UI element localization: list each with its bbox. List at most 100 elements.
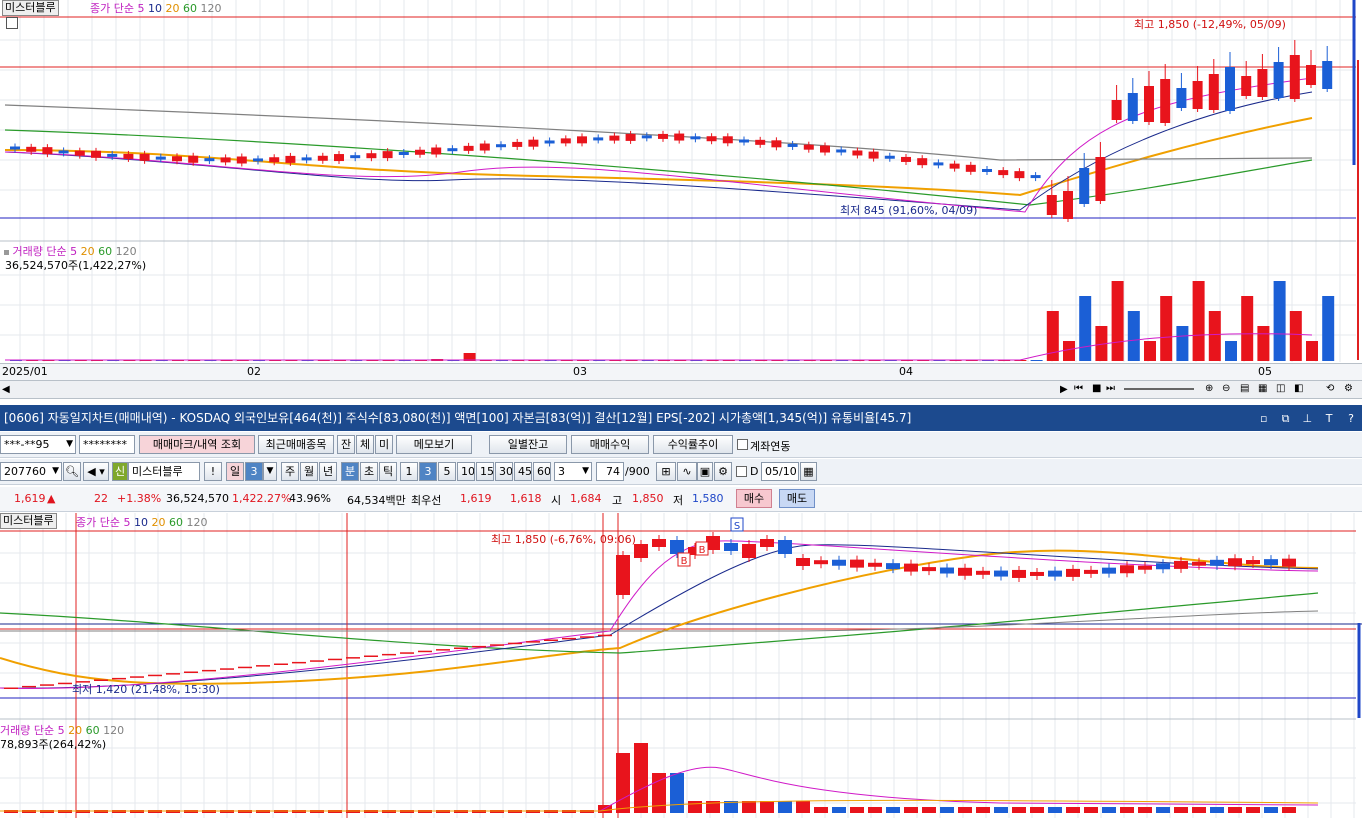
date-checkbox[interactable] <box>736 466 747 477</box>
bottom-chart-canvas[interactable]: BB S 최고 1,850 (-6,76%, 09:06) 최저 1,420 (2… <box>0 513 1362 818</box>
memo-button[interactable]: 메모보기 <box>396 435 472 454</box>
top-volume-legend-dot <box>4 249 9 255</box>
daily-balance-button[interactable]: 일별잔고 <box>489 435 567 454</box>
chart-tool-icon[interactable]: ▤ <box>1240 383 1249 394</box>
bottom-candle <box>544 639 558 641</box>
period-day-button[interactable]: 일 <box>226 462 244 481</box>
window-restore-icon[interactable]: ▫ <box>1257 406 1271 431</box>
bottom-price-legend-label: 종가 단순 <box>76 516 120 529</box>
stock-code-input[interactable]: 207760 ▼ <box>0 462 62 481</box>
stock-name-field[interactable]: 미스터블루 <box>128 462 200 481</box>
save-icon[interactable]: ▣ <box>697 462 713 481</box>
settings-gear-icon[interactable]: ⚙ <box>714 462 732 481</box>
top-volume-bar <box>1306 341 1318 361</box>
period-second-button[interactable]: 초 <box>360 462 378 481</box>
stop-icon[interactable]: ■ <box>1092 383 1101 394</box>
bottom-stock-name-button[interactable]: 미스터블루 <box>0 513 57 529</box>
chart-tool5-icon[interactable]: ⟲ <box>1326 383 1334 394</box>
play-back-icon[interactable]: ⏮ <box>1074 383 1083 394</box>
bottom-volume-bar <box>1120 807 1134 813</box>
trade-profit-button[interactable]: 매매수익 <box>571 435 649 454</box>
top-candle <box>172 156 182 162</box>
bottom-candle <box>814 560 828 565</box>
minute-3-button[interactable]: 3 <box>419 462 437 481</box>
trade-mark-button[interactable]: 매매마크/내역 조회 <box>139 435 255 454</box>
minute-1-button[interactable]: 1 <box>400 462 418 481</box>
zoom-in-icon[interactable]: ⊕ <box>1205 383 1213 394</box>
period-minute-button[interactable]: 분 <box>341 462 359 481</box>
bottom-candle <box>868 562 882 567</box>
interval-select[interactable]: 3 ▼ <box>554 462 592 481</box>
speaker-icon[interactable]: ◀ ▾ <box>83 462 109 481</box>
bottom-volume-bar <box>1102 807 1116 813</box>
minute-30-button[interactable]: 30 <box>495 462 513 481</box>
chart-tool4-icon[interactable]: ◧ <box>1294 383 1303 394</box>
window-pin-icon[interactable]: ⊥ <box>1300 406 1314 431</box>
scroll-right-arrow-icon[interactable]: ▶ <box>1060 384 1068 395</box>
recent-trade-button[interactable]: 최근매매종목 <box>258 435 334 454</box>
bottom-volume-bar <box>958 807 972 813</box>
minute-15-button[interactable]: 15 <box>476 462 494 481</box>
sell-button[interactable]: 매도 <box>779 489 815 508</box>
bottom-candle <box>652 539 666 547</box>
top-chart-canvas[interactable]: 최고 1,850 (-12,49%, 05/09) 최저 845 (91,60%… <box>0 0 1362 405</box>
chart-tool2-icon[interactable]: ▦ <box>1258 383 1267 394</box>
period-tick-button[interactable]: 틱 <box>379 462 397 481</box>
account-link-checkbox[interactable] <box>737 439 748 450</box>
top-candle <box>658 133 668 139</box>
draw-tool-icon[interactable]: ∿ <box>677 462 697 481</box>
code-dropdown-icon[interactable]: ▼ <box>52 463 59 480</box>
top-scrollbar[interactable]: ◀ ▶ ⏮ ■ ⏭ ⊕ ⊖ ▤ ▦ ◫ ◧ ⟲ ⚙ <box>0 381 1362 399</box>
bottom-price-legend: 종가 단순 5 10 20 60 120 <box>76 514 207 530</box>
buy-button[interactable]: 매수 <box>736 489 772 508</box>
bottom-candle <box>202 669 216 672</box>
top-candle <box>139 153 150 161</box>
best-bid-price: 1,618 <box>510 492 542 505</box>
minute-60-button[interactable]: 60 <box>533 462 551 481</box>
window-help-icon[interactable]: ? <box>1344 406 1358 431</box>
data-count-input[interactable]: 74 <box>596 462 624 481</box>
top-stock-name-button[interactable]: 미스터블루 <box>2 0 59 16</box>
top-chart[interactable]: 최고 1,850 (-12,49%, 05/09) 최저 845 (91,60%… <box>0 0 1362 405</box>
alert-button[interactable]: ! <box>204 462 222 481</box>
tab-mi[interactable]: 미 <box>375 435 393 454</box>
top-chart-settings-icon[interactable] <box>6 17 18 29</box>
zoom-slider[interactable] <box>1124 388 1194 390</box>
bottom-candle <box>490 644 504 646</box>
top-candle <box>1176 88 1187 108</box>
minute-10-button[interactable]: 10 <box>457 462 475 481</box>
tab-che[interactable]: 체 <box>356 435 374 454</box>
interval-dropdown-icon[interactable]: ▼ <box>582 463 589 480</box>
period-year-button[interactable]: 년 <box>319 462 337 481</box>
top-candle <box>1144 86 1154 122</box>
window-font-icon[interactable]: T <box>1322 406 1336 431</box>
bottom-chart[interactable]: BB S 최고 1,850 (-6,76%, 09:06) 최저 1,420 (2… <box>0 513 1362 818</box>
search-icon[interactable]: 🔍︎ <box>63 462 81 481</box>
password-field[interactable]: ******** <box>79 435 135 454</box>
bottom-volume-bar <box>832 807 846 813</box>
bottom-candle <box>364 655 378 657</box>
day-count-dropdown-icon[interactable]: ▼ <box>263 462 277 481</box>
zoom-out-icon[interactable]: ⊖ <box>1222 383 1230 394</box>
play-forward-icon[interactable]: ⏭ <box>1106 383 1115 394</box>
period-month-button[interactable]: 월 <box>300 462 318 481</box>
period-week-button[interactable]: 주 <box>281 462 299 481</box>
trade-amount: 64,534백만 <box>347 494 406 507</box>
top-stock-name: 미스터블루 <box>5 1 56 14</box>
minute-45-button[interactable]: 45 <box>514 462 532 481</box>
account-dropdown-icon[interactable]: ▼ <box>66 436 73 453</box>
chart-tool6-icon[interactable]: ⚙ <box>1344 383 1353 394</box>
date-input[interactable]: 05/10 <box>761 462 799 481</box>
top-candle <box>803 144 814 150</box>
profit-trend-button[interactable]: 수익률추이 <box>653 435 733 454</box>
account-select[interactable]: ***-**95 ▼ <box>0 435 76 454</box>
tab-jan[interactable]: 잔 <box>337 435 355 454</box>
calendar-icon[interactable]: ▦ <box>800 462 817 481</box>
day-count-select[interactable]: 3 <box>245 462 263 481</box>
minute-5-button[interactable]: 5 <box>438 462 456 481</box>
chart-tool3-icon[interactable]: ◫ <box>1276 383 1285 394</box>
window-tile-icon[interactable]: ⧉ <box>1279 406 1293 431</box>
top-x-axis: 2025/01 02 03 04 05 <box>0 363 1362 381</box>
scroll-left-arrow-icon[interactable]: ◀ <box>2 384 10 395</box>
indicator-icon[interactable]: ⊞ <box>656 462 676 481</box>
